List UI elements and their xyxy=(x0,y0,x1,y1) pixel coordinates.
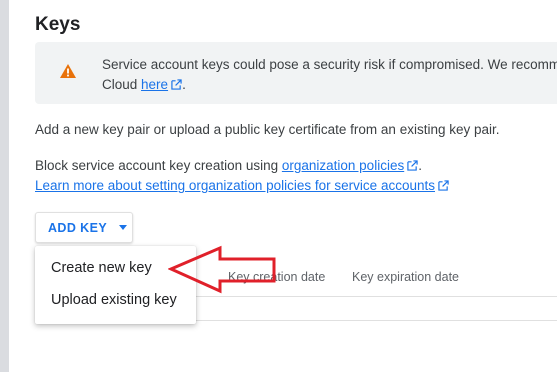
warning-suffix: . xyxy=(182,77,186,92)
add-key-label: ADD KEY xyxy=(48,220,108,235)
warning-text-line2: Cloud here. xyxy=(102,77,186,92)
warning-text: Service account keys could pose a securi… xyxy=(102,57,557,72)
external-link-icon xyxy=(438,180,449,191)
warning-banner: Service account keys could pose a securi… xyxy=(35,42,557,104)
here-link[interactable]: here xyxy=(141,77,168,92)
add-key-button[interactable]: ADD KEY xyxy=(35,212,133,243)
warning-prefix: Cloud xyxy=(102,77,142,92)
column-header-expiration-date[interactable]: Key expiration date xyxy=(352,270,459,284)
page-title: Keys xyxy=(35,14,81,35)
warning-icon xyxy=(60,64,76,78)
external-link-icon xyxy=(407,160,418,171)
learn-more-link[interactable]: Learn more about setting organization po… xyxy=(35,178,435,193)
organization-policies-link[interactable]: organization policies xyxy=(282,158,404,173)
caret-down-icon xyxy=(119,225,128,230)
info-text: Add a new key pair or upload a public ke… xyxy=(35,122,500,137)
external-link-icon xyxy=(171,79,182,90)
block-text: Block service account key creation using… xyxy=(35,158,422,173)
annotation-arrow xyxy=(168,245,276,294)
block-suffix: . xyxy=(418,158,422,173)
left-rail xyxy=(0,0,9,372)
learn-more-row: Learn more about setting organization po… xyxy=(35,178,449,193)
block-prefix: Block service account key creation using xyxy=(35,158,282,173)
